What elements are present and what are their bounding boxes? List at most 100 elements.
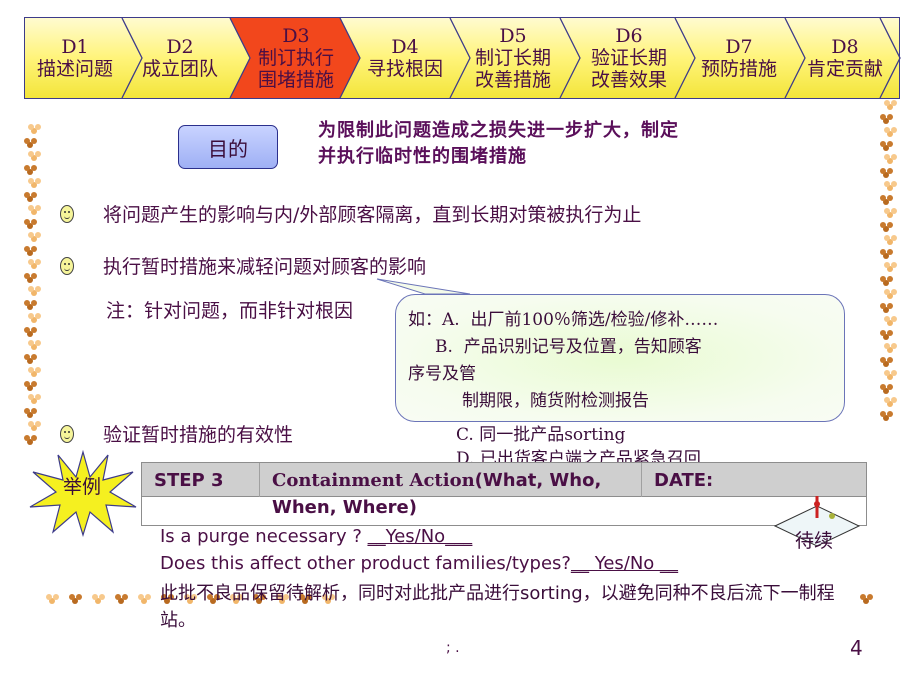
callout-line: B. 产品识别记号及位置，告知顾客 (408, 337, 702, 357)
step-code: D4 (391, 36, 419, 58)
paw-icon (24, 433, 38, 443)
action-title: Containment Action (272, 469, 475, 491)
paw-icon (28, 392, 42, 402)
step-cell: STEP 3 (142, 463, 260, 497)
paw-icon (24, 136, 38, 146)
action-subtitle-wrap: When, Where) (272, 497, 417, 518)
step-name: 寻找根因 (366, 58, 443, 80)
paw-icon (28, 176, 42, 186)
answer-field[interactable]: __Yes/No___ (368, 526, 473, 547)
paw-icon (69, 592, 83, 602)
paw-icon (884, 395, 898, 405)
step-code: D1 (61, 36, 89, 58)
step-d2[interactable]: D2 成立团队 (125, 18, 235, 98)
purpose-button[interactable]: 目的 (178, 125, 278, 169)
step-d3[interactable]: D3 制订执行 围堵措施 (240, 18, 352, 98)
8d-step-bar: D1 描述问题 D2 成立团队 D3 制订执行 围堵措施 D4 寻找根因 D5 … (24, 17, 901, 99)
paw-icon (880, 274, 894, 284)
paw-icon (24, 325, 38, 335)
step-name: 改善措施 (474, 69, 551, 91)
paw-icon (138, 592, 152, 602)
step-name: 描述问题 (36, 58, 113, 80)
bullet-item: 验证暂时措施的有效性 (60, 420, 293, 447)
step-d8[interactable]: D8 肯定贡献 (790, 18, 900, 98)
step-d6[interactable]: D6 验证长期 改善效果 (573, 18, 685, 98)
question-affect: Does this affect other product families/… (160, 553, 678, 574)
step-code: D6 (615, 25, 643, 47)
paw-icon (880, 247, 894, 257)
bullet-text: 将问题产生的影响与内/外部顾客隔离，直到长期对策被执行为止 (103, 204, 642, 226)
paw-icon (884, 341, 898, 351)
step-name: 制订长期 (474, 47, 551, 69)
paw-icon (880, 382, 894, 392)
callout-line: 制期限，随货附检测报告 (408, 391, 650, 411)
smiley-icon (60, 256, 74, 275)
callout-line: 如：A. 出厂前100％筛选/检验/修补…… (408, 310, 719, 330)
paw-icon (880, 409, 894, 419)
paw-icon (880, 301, 894, 311)
step-code: D5 (499, 25, 527, 47)
example-label: 举例 (63, 476, 102, 498)
paw-icon (28, 149, 42, 159)
action-subtitle: (What, Who, (474, 469, 602, 491)
paw-icon (28, 203, 42, 213)
paw-icon (115, 592, 129, 602)
paw-icon (28, 230, 42, 240)
purpose-line: 并执行临时性的围堵措施 (318, 146, 527, 167)
purpose-line: 为限制此问题造成之损失进一步扩大，制定 (318, 120, 679, 141)
step-code: D7 (725, 36, 753, 58)
paw-icon (880, 328, 894, 338)
callout-line-d: D. 已出货客户端之产品紧急召回 (456, 449, 701, 462)
paw-icon (880, 139, 894, 149)
table-header-row: STEP 3 Containment Action (What, Who, DAT… (142, 463, 866, 497)
smiley-icon (60, 424, 74, 443)
step-d1[interactable]: D1 描述问题 (25, 18, 125, 98)
paw-icon (24, 163, 38, 173)
paw-icon (24, 217, 38, 227)
callout-line-c: C. 同一批产品sorting (456, 425, 626, 445)
paw-icon (884, 206, 898, 216)
step-name: 制订执行 (257, 47, 334, 69)
paw-icon (880, 112, 894, 122)
step-code: D2 (166, 36, 194, 58)
containment-action-cell: Containment Action (What, Who, (260, 463, 642, 497)
pending-label: 待续 (795, 530, 834, 552)
bullet-item: 执行暂时措施来减轻问题对顾客的影响 (60, 252, 426, 279)
bullet-item: 将问题产生的影响与内/外部顾客隔离，直到长期对策被执行为止 (60, 200, 641, 227)
paw-icon (880, 166, 894, 176)
step-name: 改善效果 (590, 69, 667, 91)
step-d7[interactable]: D7 预防措施 (683, 18, 795, 98)
action-description: 此批不良品保留待解析，同时对此批产品进行sorting，以避免同种不良后流下一制… (160, 583, 835, 631)
paw-icon (884, 260, 898, 270)
question-text: Is a purge necessary ? (160, 526, 368, 547)
step-code: D8 (831, 36, 859, 58)
paw-icon (28, 122, 42, 132)
paw-icon (884, 125, 898, 135)
paw-icon (884, 233, 898, 243)
bullet-text: 验证暂时措施的有效性 (103, 424, 294, 446)
paw-icon (884, 179, 898, 189)
step-d5[interactable]: D5 制订长期 改善措施 (457, 18, 569, 98)
paw-icon (28, 338, 42, 348)
step-name: 肯定贡献 (806, 58, 883, 80)
paw-icon (28, 419, 42, 429)
paw-icon (884, 152, 898, 162)
step-name: 成立团队 (141, 58, 218, 80)
paw-icon (24, 352, 38, 362)
paw-icon (24, 379, 38, 389)
paw-icon (28, 311, 42, 321)
purpose-description: 为限制此问题造成之损失进一步扩大，制定 并执行临时性的围堵措施 (318, 118, 778, 170)
paw-icon (24, 244, 38, 254)
paw-icon (884, 98, 898, 108)
step-name: 预防措施 (700, 58, 777, 80)
answer-field[interactable]: __ Yes/No __ (571, 553, 678, 574)
paw-icon (28, 257, 42, 267)
paw-icon (92, 592, 106, 602)
page-number: 4 (850, 636, 863, 660)
question-purge: Is a purge necessary ? __Yes/No___ (160, 526, 472, 547)
paw-icon (24, 271, 38, 281)
paw-icon (28, 284, 42, 294)
footer-mark: ; . (446, 640, 460, 656)
paw-icon (860, 592, 874, 602)
step-d4[interactable]: D4 寻找根因 (345, 18, 465, 98)
